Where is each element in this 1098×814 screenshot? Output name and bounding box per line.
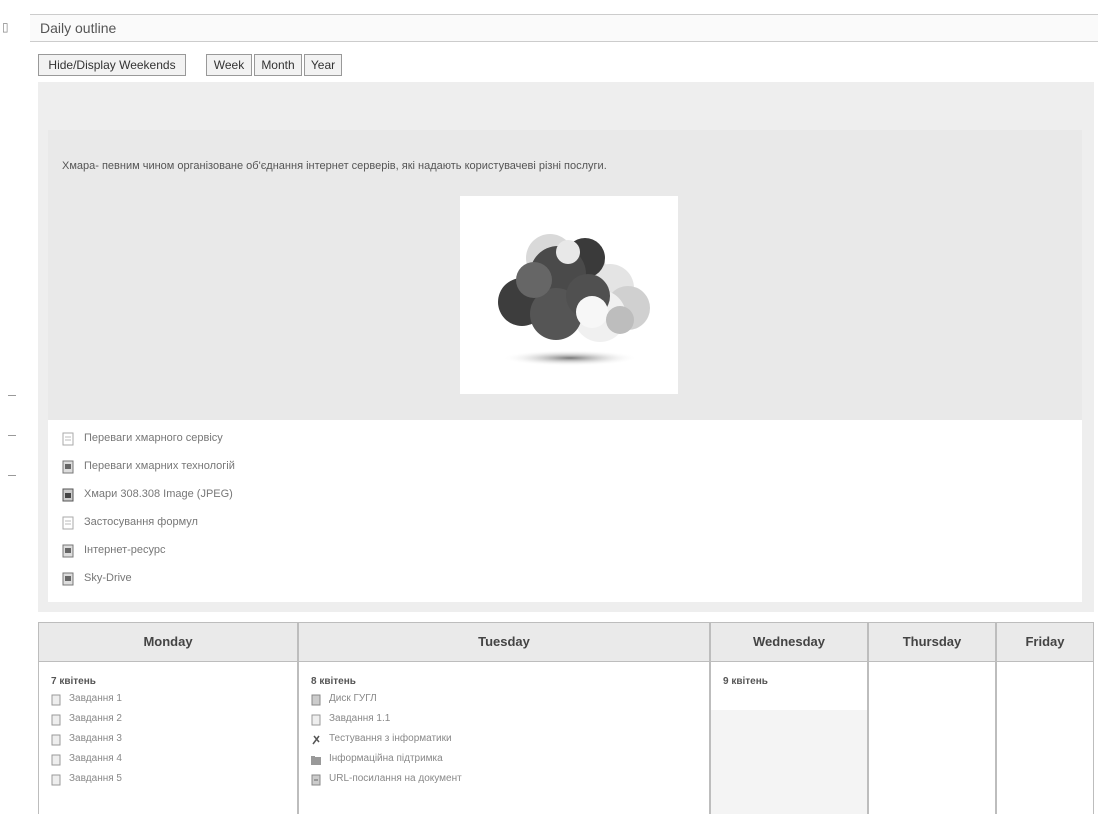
outline-header: Daily outline — [30, 14, 1098, 42]
year-button[interactable]: Year — [304, 54, 342, 76]
day-column-tuesday: 8 квітень Диск ГУГЛ Завдання 1.1 Тестува… — [298, 662, 710, 814]
file-icon — [62, 544, 74, 558]
assignment-icon — [51, 734, 61, 746]
gutter-dash — [8, 475, 16, 476]
day-header-tuesday: Tuesday — [298, 622, 710, 662]
url-icon — [311, 774, 321, 786]
summary-box: Хмара- певним чином організоване об'єдна… — [48, 130, 1082, 420]
cloud-image — [460, 196, 678, 394]
hide-weekends-button[interactable]: Hide/Display Weekends — [38, 54, 186, 76]
gutter-dash — [8, 435, 16, 436]
document-icon — [311, 694, 321, 706]
day-column-friday — [996, 662, 1094, 814]
assignment-icon — [51, 694, 61, 706]
assignment-icon — [51, 774, 61, 786]
day-header-wednesday: Wednesday — [710, 622, 868, 662]
assignment-icon — [51, 754, 61, 766]
summary-text: Хмара- певним чином організоване об'єдна… — [62, 160, 607, 172]
day-column-monday: 7 квітень Завдання 1 Завдання 2 Завдання… — [38, 662, 298, 814]
day-date: 8 квітень — [311, 676, 356, 687]
day-date: 7 квітень — [51, 676, 96, 687]
document-icon — [62, 432, 74, 446]
file-icon — [62, 572, 74, 586]
image-icon — [62, 488, 74, 502]
page-title: Daily outline — [40, 20, 117, 36]
gutter-dash — [8, 395, 16, 396]
day-date: 9 квітень — [723, 676, 768, 687]
day-header-monday: Monday — [38, 622, 298, 662]
folder-icon — [311, 756, 321, 765]
day-column-wednesday: 9 квітень — [710, 662, 868, 814]
collapse-icon[interactable]: ▯ — [2, 20, 9, 34]
document-icon — [62, 516, 74, 530]
month-button[interactable]: Month — [254, 54, 302, 76]
left-gutter: ▯ — [0, 0, 30, 814]
week-button[interactable]: Week — [206, 54, 252, 76]
quiz-icon — [312, 735, 320, 745]
assignment-icon — [311, 714, 321, 726]
cloud-icon — [498, 234, 650, 366]
day-header-thursday: Thursday — [868, 622, 996, 662]
file-icon — [62, 460, 74, 474]
assignment-icon — [51, 714, 61, 726]
outline-content: Хмара- певним чином організоване об'єдна… — [48, 130, 1082, 602]
day-column-thursday — [868, 662, 996, 814]
week-table: Monday Tuesday Wednesday Thursday Friday… — [38, 622, 1094, 814]
day-header-friday: Friday — [996, 622, 1094, 662]
outline-panel: Хмара- певним чином організоване об'єдна… — [38, 82, 1094, 612]
